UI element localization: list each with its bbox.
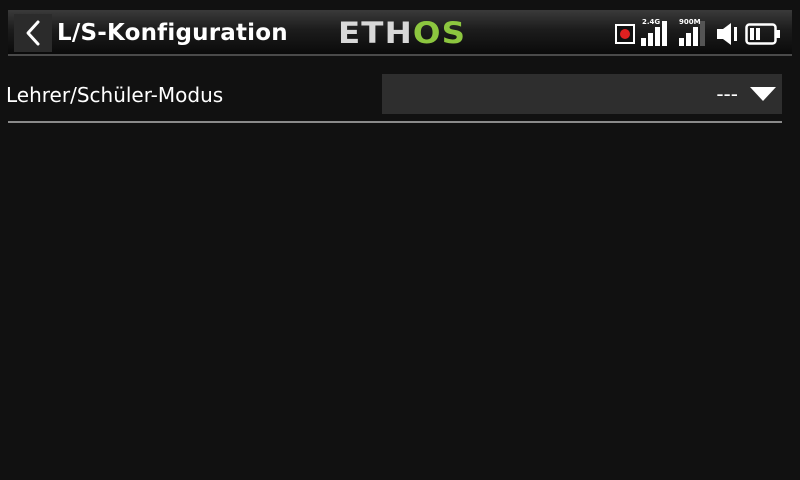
- chevron-down-icon: [750, 87, 776, 101]
- signal-bar: [686, 33, 691, 46]
- signal-bar-empty: [700, 21, 705, 46]
- battery-icon: [745, 23, 780, 45]
- logo-text-os: OS: [412, 16, 467, 50]
- record-dot: [620, 29, 630, 39]
- teacher-student-mode-select[interactable]: ---: [382, 74, 782, 114]
- teacher-student-mode-row: Lehrer/Schüler-Modus ---: [6, 72, 782, 123]
- signal-bar: [679, 38, 684, 46]
- teacher-student-mode-label: Lehrer/Schüler-Modus: [6, 83, 224, 107]
- signal-2-4g-icon: 2.4G: [641, 18, 675, 46]
- signal-bar: [662, 21, 667, 46]
- record-icon: [615, 24, 635, 44]
- mode-select-value: ---: [716, 82, 738, 106]
- page-title: L/S-Konfiguration: [57, 20, 288, 46]
- chevron-left-icon: [26, 20, 40, 46]
- signal-900m-bars: [679, 18, 713, 46]
- ethos-logo: ETHOS: [338, 18, 466, 48]
- signal-bar: [648, 33, 653, 46]
- signal-2-4g-bars: [641, 18, 675, 46]
- signal-900m-icon: 900M: [679, 18, 713, 46]
- signal-bar: [641, 38, 646, 46]
- screen: L/S-Konfiguration ETHOS 2.4G 900M Lehrer…: [0, 0, 800, 480]
- header: L/S-Konfiguration ETHOS 2.4G 900M: [0, 0, 800, 66]
- signal-bar: [655, 27, 660, 46]
- speaker-icon[interactable]: [716, 21, 742, 47]
- signal-bar: [693, 27, 698, 46]
- back-button[interactable]: [14, 14, 52, 52]
- row-divider: [8, 121, 782, 123]
- logo-text-eth: ETH: [338, 16, 413, 50]
